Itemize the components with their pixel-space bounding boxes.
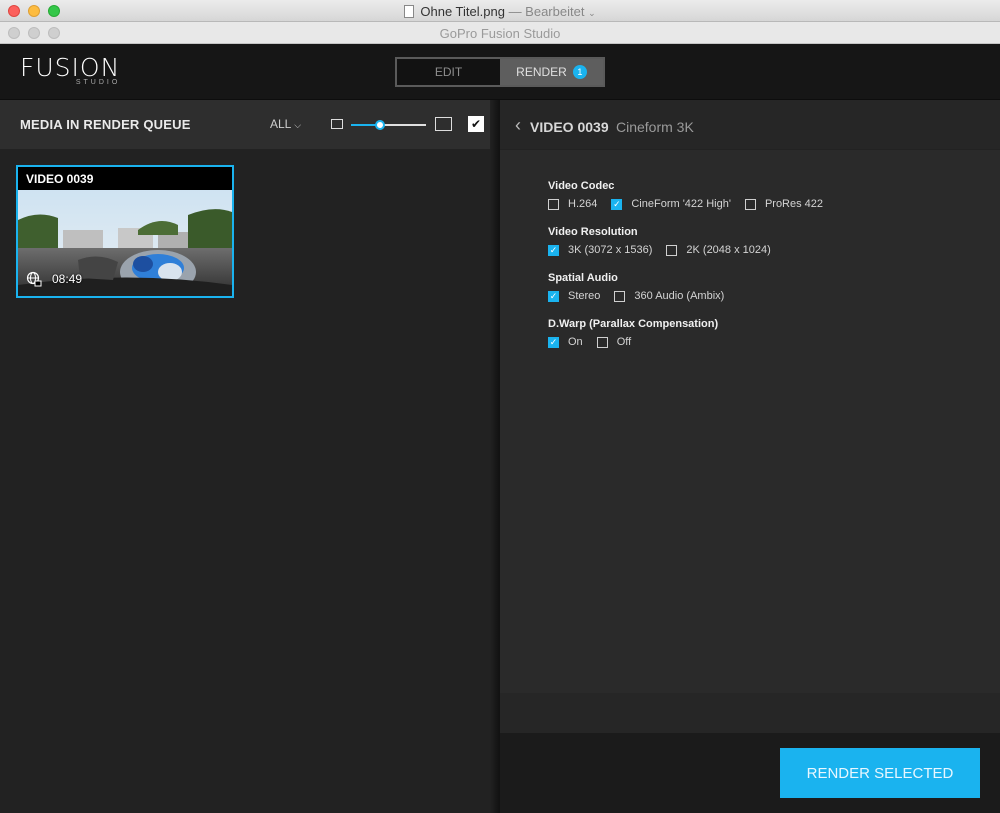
audio-stereo-checkbox[interactable]: ✓ bbox=[548, 290, 559, 302]
resolution-2k-checkbox[interactable] bbox=[666, 244, 678, 256]
preview-edited-status: — Bearbeitet bbox=[508, 4, 585, 19]
select-all-checkbox[interactable]: ✔ bbox=[468, 116, 484, 132]
audio-ambix-option[interactable]: 360 Audio (Ambix) bbox=[614, 290, 724, 302]
codec-h264-option[interactable]: H.264 bbox=[548, 198, 597, 210]
filter-dropdown[interactable]: ALL ⌵ bbox=[270, 117, 301, 131]
360-video-icon bbox=[26, 271, 42, 287]
codec-prores-option[interactable]: ProRes 422 bbox=[744, 198, 824, 210]
codec-prores-label: ProRes 422 bbox=[764, 198, 824, 210]
render-queue-panel: MEDIA IN RENDER QUEUE ALL ⌵ ✔ VIDEO 0039 bbox=[0, 100, 500, 813]
preview-titlebar: Ohne Titel.png — Bearbeitet ⌄ bbox=[0, 0, 1000, 22]
dwarp-off-checkbox[interactable] bbox=[596, 336, 608, 348]
tab-edit-label: EDIT bbox=[434, 65, 463, 79]
mode-switch: EDIT RENDER 1 bbox=[395, 57, 605, 87]
selected-media-format: Cineform 3K bbox=[616, 119, 694, 135]
preview-filename: Ohne Titel.png bbox=[420, 4, 505, 19]
codec-h264-label: H.264 bbox=[568, 198, 598, 210]
thumbnail-size-slider-handle[interactable] bbox=[374, 120, 385, 130]
preview-document-title[interactable]: Ohne Titel.png — Bearbeitet ⌄ bbox=[0, 4, 1000, 19]
render-selected-button[interactable]: RENDER SELECTED bbox=[780, 748, 980, 798]
selected-media-name: VIDEO 0039 bbox=[530, 119, 609, 135]
resolution-3k-option[interactable]: ✓ 3K (3072 x 1536) bbox=[548, 244, 652, 256]
render-settings-panel: ‹ VIDEO 0039 Cineform 3K Video Codec H.2… bbox=[500, 100, 1000, 813]
resolution-3k-label: 3K (3072 x 1536) bbox=[568, 244, 653, 256]
dwarp-label: D.Warp (Parallax Compensation) bbox=[548, 318, 719, 330]
dwarp-on-label: On bbox=[568, 336, 583, 348]
dwarp-off-label: Off bbox=[616, 336, 632, 348]
resolution-2k-option[interactable]: 2K (2048 x 1024) bbox=[666, 244, 771, 256]
large-thumbnail-icon[interactable] bbox=[435, 117, 452, 131]
codec-cineform-option[interactable]: ✓ CineForm '422 High' bbox=[611, 198, 731, 210]
thumbnail-size-slider[interactable] bbox=[351, 120, 426, 130]
media-duration: 08:49 bbox=[52, 272, 83, 286]
render-queue-title: MEDIA IN RENDER QUEUE bbox=[20, 117, 191, 132]
render-count-badge: 1 bbox=[572, 65, 587, 79]
document-icon bbox=[404, 5, 415, 18]
chevron-down-icon: ⌄ bbox=[588, 8, 596, 18]
app-title: GoPro Fusion Studio bbox=[439, 26, 561, 41]
small-thumbnail-icon[interactable] bbox=[331, 119, 343, 129]
tab-render-label: RENDER bbox=[516, 65, 567, 79]
codec-prores-checkbox[interactable] bbox=[744, 198, 756, 210]
render-settings-header: ‹ VIDEO 0039 Cineform 3K bbox=[500, 100, 1000, 150]
back-chevron-icon[interactable]: ‹ bbox=[515, 115, 521, 136]
tab-render[interactable]: RENDER 1 bbox=[500, 59, 603, 85]
render-queue-header: MEDIA IN RENDER QUEUE ALL ⌵ ✔ bbox=[0, 100, 500, 149]
app-titlebar: GoPro Fusion Studio bbox=[0, 22, 1000, 44]
dwarp-off-option[interactable]: Off bbox=[596, 336, 632, 348]
media-thumbnail[interactable]: VIDEO 0039 08:49 bbox=[16, 165, 234, 298]
dwarp-on-checkbox[interactable]: ✓ bbox=[548, 336, 559, 348]
video-360-preview-image bbox=[18, 190, 232, 296]
spatial-audio-label: Spatial Audio bbox=[548, 272, 618, 284]
tab-edit[interactable]: EDIT bbox=[397, 59, 500, 85]
render-footer: RENDER SELECTED bbox=[500, 733, 1000, 813]
video-codec-group: Video Codec H.264 ✓ CineForm '422 High' P… bbox=[548, 180, 837, 210]
filter-label: ALL bbox=[270, 117, 291, 131]
video-resolution-group: Video Resolution ✓ 3K (3072 x 1536) 2K (2… bbox=[548, 226, 837, 256]
audio-stereo-option[interactable]: ✓ Stereo bbox=[548, 290, 600, 302]
codec-cineform-checkbox[interactable]: ✓ bbox=[611, 198, 623, 210]
dwarp-on-option[interactable]: ✓ On bbox=[548, 336, 583, 348]
video-resolution-label: Video Resolution bbox=[548, 226, 638, 238]
audio-stereo-label: Stereo bbox=[568, 290, 601, 302]
fusion-logo: FUSION STUDIO bbox=[20, 53, 121, 87]
spatial-audio-group: Spatial Audio ✓ Stereo 360 Audio (Ambix) bbox=[548, 272, 837, 302]
resolution-3k-checkbox[interactable]: ✓ bbox=[548, 244, 559, 256]
codec-cineform-label: CineForm '422 High' bbox=[631, 198, 731, 210]
audio-ambix-checkbox[interactable] bbox=[614, 290, 626, 302]
media-thumbnail-title: VIDEO 0039 bbox=[18, 167, 232, 190]
chevron-down-icon: ⌵ bbox=[294, 120, 302, 130]
video-codec-label: Video Codec bbox=[548, 180, 615, 192]
resolution-2k-label: 2K (2048 x 1024) bbox=[686, 244, 771, 256]
settings-subfooter bbox=[500, 693, 1000, 733]
audio-ambix-label: 360 Audio (Ambix) bbox=[634, 290, 725, 302]
render-options: Video Codec H.264 ✓ CineForm '422 High' P… bbox=[548, 180, 837, 364]
app-header: FUSION STUDIO EDIT RENDER 1 bbox=[0, 44, 1000, 100]
codec-h264-checkbox[interactable] bbox=[548, 198, 559, 210]
dwarp-group: D.Warp (Parallax Compensation) ✓ On Off bbox=[548, 318, 837, 348]
logo-main-text: FUSION bbox=[20, 53, 121, 82]
